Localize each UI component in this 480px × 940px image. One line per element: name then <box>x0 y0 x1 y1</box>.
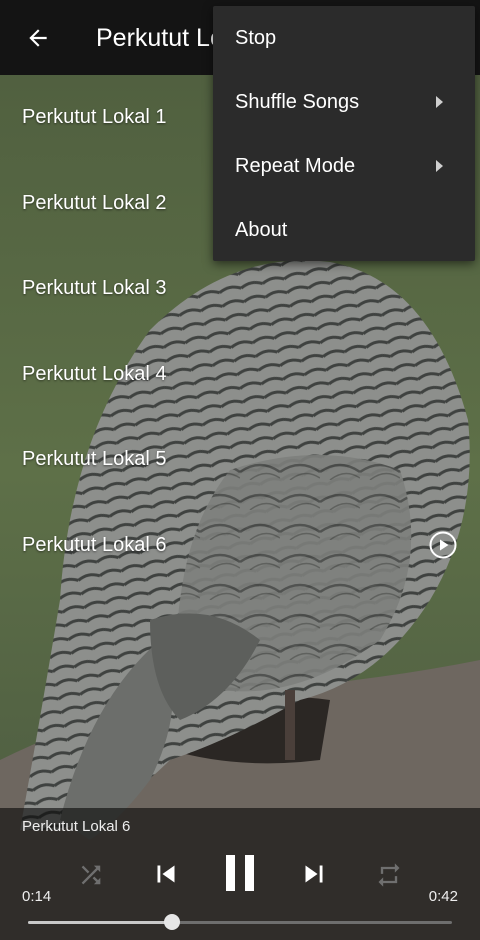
player-bar: Perkutut Lokal 6 0:14 0:42 <box>0 808 480 940</box>
menu-item-shuffle-songs[interactable]: Shuffle Songs <box>213 70 475 134</box>
seek-bar[interactable] <box>28 914 452 930</box>
shuffle-button[interactable] <box>72 856 110 894</box>
song-label: Perkutut Lokal 3 <box>22 277 167 300</box>
chevron-right-icon <box>436 160 443 172</box>
song-item-4[interactable]: Perkutut Lokal 4 <box>0 332 480 418</box>
menu-item-stop[interactable]: Stop <box>213 6 475 70</box>
duration-time: 0:42 <box>428 888 458 905</box>
song-item-6[interactable]: Perkutut Lokal 6 <box>0 503 480 589</box>
menu-item-label: Shuffle Songs <box>235 90 360 113</box>
pause-button[interactable] <box>216 848 264 898</box>
now-playing-title: Perkutut Lokal 6 <box>22 818 131 835</box>
song-item-5[interactable]: Perkutut Lokal 5 <box>0 417 480 503</box>
menu-item-about[interactable]: About <box>213 198 475 262</box>
pause-icon <box>226 855 254 891</box>
shuffle-icon <box>81 865 101 885</box>
menu-item-repeat-mode[interactable]: Repeat Mode <box>213 134 475 198</box>
previous-button[interactable] <box>146 854 186 894</box>
skip-previous-icon <box>157 865 175 883</box>
back-button[interactable] <box>18 22 58 54</box>
song-label: Perkutut Lokal 5 <box>22 448 167 471</box>
menu-item-label: About <box>235 218 288 241</box>
repeat-icon <box>378 863 400 887</box>
arrow-left-icon <box>29 29 47 47</box>
skip-next-icon <box>305 865 323 883</box>
menu-item-label: Repeat Mode <box>235 154 356 177</box>
repeat-button[interactable] <box>370 856 408 894</box>
overflow-menu: Stop Shuffle Songs Repeat Mode About <box>213 6 475 261</box>
song-label: Perkutut Lokal 1 <box>22 106 167 129</box>
song-label: Perkutut Lokal 4 <box>22 362 167 385</box>
play-circle-icon[interactable] <box>428 530 458 560</box>
elapsed-time: 0:14 <box>22 888 52 905</box>
seek-bar-progress <box>28 921 173 924</box>
menu-item-label: Stop <box>235 26 277 49</box>
chevron-right-icon <box>436 96 443 108</box>
next-button[interactable] <box>294 854 334 894</box>
song-label: Perkutut Lokal 6 <box>22 533 167 556</box>
seek-bar-thumb[interactable] <box>164 914 181 930</box>
song-label: Perkutut Lokal 2 <box>22 191 167 214</box>
